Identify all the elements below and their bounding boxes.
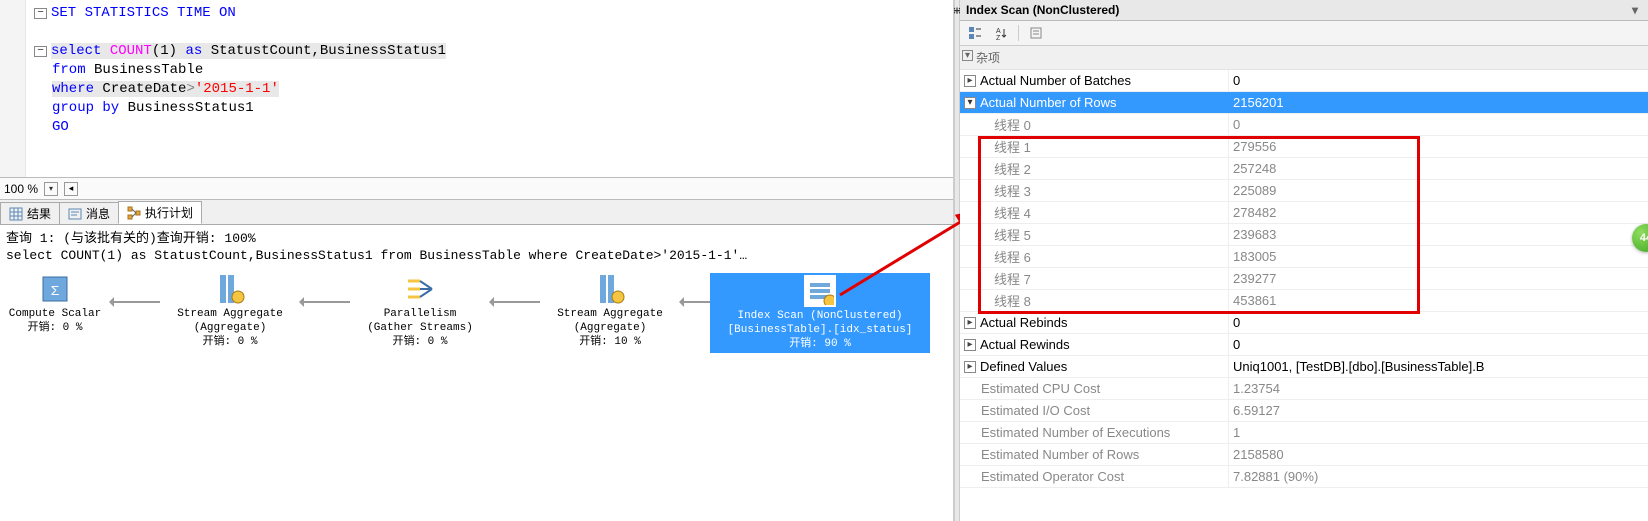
grid-icon [9, 207, 23, 221]
fold-icon[interactable]: − [34, 8, 47, 19]
query-header: 查询 1: (与该批有关的)查询开销: 100% [0, 225, 953, 248]
prop-actual-rows[interactable]: ▾Actual Number of Rows 2156201 [960, 92, 1648, 114]
prop-thread-7[interactable]: 线程 7239277 [960, 268, 1648, 290]
tab-results[interactable]: 结果 [0, 202, 60, 224]
parallelism-icon [404, 273, 436, 305]
prop-est-rows[interactable]: Estimated Number of Rows 2158580 [960, 444, 1648, 466]
prop-thread-6[interactable]: 线程 6183005 [960, 246, 1648, 268]
left-pane: −SET STATISTICS TIME ON −select COUNT(1)… [0, 0, 954, 521]
prop-thread-2[interactable]: 线程 2257248 [960, 158, 1648, 180]
zoom-dropdown[interactable]: ▾ [44, 182, 58, 196]
plan-arrow [490, 301, 540, 303]
stream-aggregate-icon [214, 273, 246, 305]
prop-thread-1[interactable]: 线程 1279556 [960, 136, 1648, 158]
plan-node-parallelism[interactable]: Parallelism (Gather Streams) 开销: 0 % [350, 273, 490, 349]
properties-title: Index Scan (NonClustered) [966, 3, 1119, 17]
prop-thread-3[interactable]: 线程 3225089 [960, 180, 1648, 202]
compute-scalar-icon: Σ [39, 273, 71, 305]
expand-icon[interactable]: ▸ [964, 75, 976, 87]
svg-text:Z: Z [996, 35, 1001, 40]
prop-est-io-cost[interactable]: Estimated I/O Cost 6.59127 [960, 400, 1648, 422]
editor-gutter [0, 0, 26, 177]
prop-thread-0[interactable]: 线程 00 [960, 114, 1648, 136]
result-tabs: 结果 消息 执行计划 [0, 200, 953, 224]
properties-toolbar: AZ [960, 21, 1648, 46]
scroll-left-icon[interactable]: ◂ [64, 182, 78, 196]
categorized-button[interactable] [964, 23, 986, 43]
prop-thread-4[interactable]: 线程 4278482 [960, 202, 1648, 224]
zoom-bar: 100 % ▾ ◂ [0, 178, 953, 200]
prop-thread-5[interactable]: 线程 5239683 [960, 224, 1648, 246]
prop-defined-values[interactable]: ▸Defined Values Uniq1001, [TestDB].[dbo]… [960, 356, 1648, 378]
expand-icon[interactable]: ▸ [964, 339, 976, 351]
dropdown-icon[interactable]: ▾ [1628, 3, 1642, 17]
plan-icon [127, 206, 141, 220]
properties-pane: Index Scan (NonClustered) ▾ AZ ▾ 杂项 ▸Act… [960, 0, 1648, 521]
sql-editor[interactable]: −SET STATISTICS TIME ON −select COUNT(1)… [0, 0, 953, 178]
alphabetical-button[interactable]: AZ [990, 23, 1012, 43]
plan-arrow [680, 301, 710, 303]
zoom-value: 100 % [4, 182, 38, 196]
properties-grid[interactable]: ▾ 杂项 ▸Actual Number of Batches 0 ▾Actual… [960, 46, 1648, 521]
category-misc[interactable]: ▾ 杂项 [960, 46, 1648, 70]
plan-diagram: Σ Compute Scalar 开销: 0 % Stream Aggregat… [0, 273, 953, 363]
tab-results-label: 结果 [27, 205, 51, 222]
plan-node-stream-aggregate-1[interactable]: Stream Aggregate (Aggregate) 开销: 0 % [160, 273, 300, 349]
prop-actual-rebinds[interactable]: ▸Actual Rebinds 0 [960, 312, 1648, 334]
tab-plan-label: 执行计划 [145, 204, 193, 221]
message-icon [68, 207, 82, 221]
prop-est-operator-cost[interactable]: Estimated Operator Cost 7.82881 (90%) [960, 466, 1648, 488]
svg-text:A: A [996, 28, 1001, 35]
collapse-icon[interactable]: ▾ [964, 97, 976, 109]
sql-line-1: SET STATISTICS TIME ON [51, 5, 236, 21]
prop-actual-batches[interactable]: ▸Actual Number of Batches 0 [960, 70, 1648, 92]
tab-execution-plan[interactable]: 执行计划 [118, 201, 202, 224]
fold-icon[interactable]: − [34, 46, 47, 57]
plan-arrow [300, 301, 350, 303]
prop-est-executions[interactable]: Estimated Number of Executions 1 [960, 422, 1648, 444]
properties-header: Index Scan (NonClustered) ▾ [960, 0, 1648, 21]
stream-aggregate-icon [594, 273, 626, 305]
query-text: select COUNT(1) as StatustCount,Business… [0, 248, 953, 271]
expand-icon[interactable]: ▸ [964, 317, 976, 329]
plan-arrow [110, 301, 160, 303]
tab-messages[interactable]: 消息 [59, 202, 119, 224]
plan-node-stream-aggregate-2[interactable]: Stream Aggregate (Aggregate) 开销: 10 % [540, 273, 680, 349]
prop-thread-8[interactable]: 线程 8453861 [960, 290, 1648, 312]
prop-actual-rewinds[interactable]: ▸Actual Rewinds 0 [960, 334, 1648, 356]
plan-node-compute-scalar[interactable]: Σ Compute Scalar 开销: 0 % [0, 273, 110, 335]
tab-messages-label: 消息 [86, 205, 110, 222]
collapse-icon[interactable]: ▾ [962, 50, 973, 61]
prop-est-cpu-cost[interactable]: Estimated CPU Cost 1.23754 [960, 378, 1648, 400]
svg-text:Σ: Σ [51, 284, 60, 300]
expand-icon[interactable]: ▸ [964, 361, 976, 373]
execution-plan-area[interactable]: 查询 1: (与该批有关的)查询开销: 100% select COUNT(1)… [0, 224, 953, 521]
property-pages-button[interactable] [1025, 23, 1047, 43]
